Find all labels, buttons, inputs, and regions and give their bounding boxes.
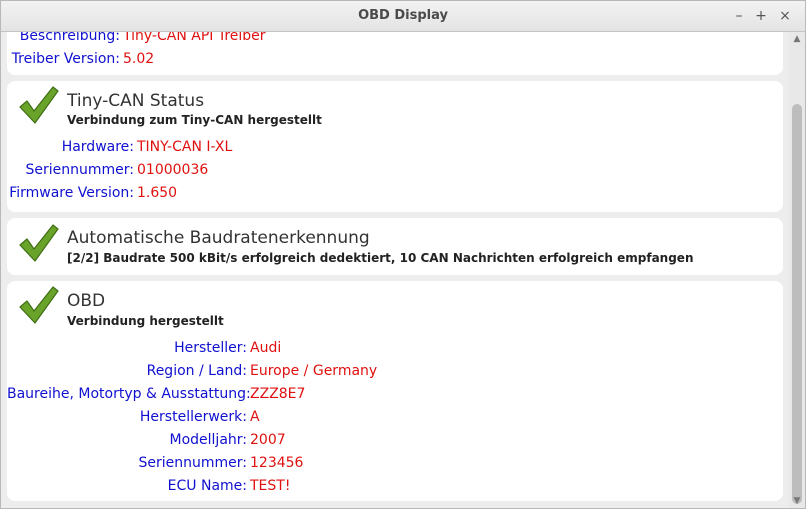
tinycan-subtitle: Verbindung zum Tiny-CAN hergestellt bbox=[67, 113, 322, 127]
checkmark-icon bbox=[19, 86, 59, 124]
obd-serial-value: 123456 bbox=[250, 455, 304, 471]
checkmark-icon bbox=[19, 224, 59, 262]
region-label: Region / Land: bbox=[146, 363, 247, 379]
scroll-down-icon[interactable]: ▼ bbox=[791, 496, 803, 506]
scrollbar-thumb[interactable] bbox=[792, 104, 802, 504]
tinycan-status-panel: Tiny-CAN Status Verbindung zum Tiny-CAN … bbox=[7, 81, 783, 212]
driver-description-value: Tiny-CAN API Treiber bbox=[123, 32, 266, 44]
plant-value: A bbox=[250, 409, 260, 425]
driver-version-value: 5.02 bbox=[123, 51, 155, 67]
obd-subtitle: Verbindung hergestellt bbox=[67, 314, 224, 328]
obd-serial-label: Seriennummer: bbox=[138, 455, 248, 471]
manufacturer-value: Audi bbox=[250, 340, 282, 356]
obd-title: OBD bbox=[67, 291, 106, 311]
ecu-name-value: TEST! bbox=[250, 478, 291, 494]
tinycan-title: Tiny-CAN Status bbox=[67, 91, 205, 111]
hardware-value: TINY-CAN I-XL bbox=[137, 139, 233, 155]
window-title: OBD Display bbox=[358, 8, 448, 23]
scroll-up-icon[interactable]: ▲ bbox=[791, 34, 803, 44]
driver-panel: Beschreibung: Tiny-CAN API Treiber Treib… bbox=[7, 32, 783, 75]
baudrate-title: Automatische Baudratenerkennung bbox=[67, 228, 370, 248]
checkmark-icon bbox=[19, 286, 59, 324]
manufacturer-label: Hersteller: bbox=[174, 340, 247, 356]
driver-description-label: Beschreibung: bbox=[19, 32, 120, 44]
baudrate-subtitle: [2/2] Baudrate 500 kBit/s erfolgreich de… bbox=[67, 251, 694, 265]
maximize-button[interactable]: + bbox=[751, 6, 771, 26]
region-value: Europe / Germany bbox=[250, 363, 378, 379]
obd-panel: OBD Verbindung hergestellt Hersteller: A… bbox=[7, 281, 783, 501]
model-series-value: ZZZ8E7 bbox=[250, 386, 306, 402]
plant-label: Herstellerwerk: bbox=[139, 409, 247, 425]
ecu-name-label: ECU Name: bbox=[167, 478, 247, 494]
driver-version-label: Treiber Version: bbox=[11, 51, 120, 67]
vertical-scrollbar[interactable]: ▲ ▼ bbox=[789, 32, 805, 508]
model-series-label: Baureihe, Motortyp & Ausstattung: bbox=[7, 386, 251, 402]
firmware-version-label: Firmware Version: bbox=[9, 185, 134, 201]
close-button[interactable]: × bbox=[775, 6, 795, 26]
hardware-label: Hardware: bbox=[61, 139, 134, 155]
status-content: Beschreibung: Tiny-CAN API Treiber Treib… bbox=[1, 32, 787, 508]
firmware-version-value: 1.650 bbox=[137, 185, 178, 201]
baudrate-detection-panel: Automatische Baudratenerkennung [2/2] Ba… bbox=[7, 218, 783, 275]
model-year-label: Modelljahr: bbox=[169, 432, 248, 448]
title-bar[interactable]: OBD Display – + × bbox=[1, 1, 805, 32]
serial-number-value: 01000036 bbox=[137, 162, 209, 178]
minimize-button[interactable]: – bbox=[729, 6, 749, 26]
serial-number-label: Seriennummer: bbox=[25, 162, 135, 178]
model-year-value: 2007 bbox=[250, 432, 286, 448]
obd-display-window: OBD Display – + × Beschreibung: Tiny-CAN… bbox=[0, 0, 806, 509]
